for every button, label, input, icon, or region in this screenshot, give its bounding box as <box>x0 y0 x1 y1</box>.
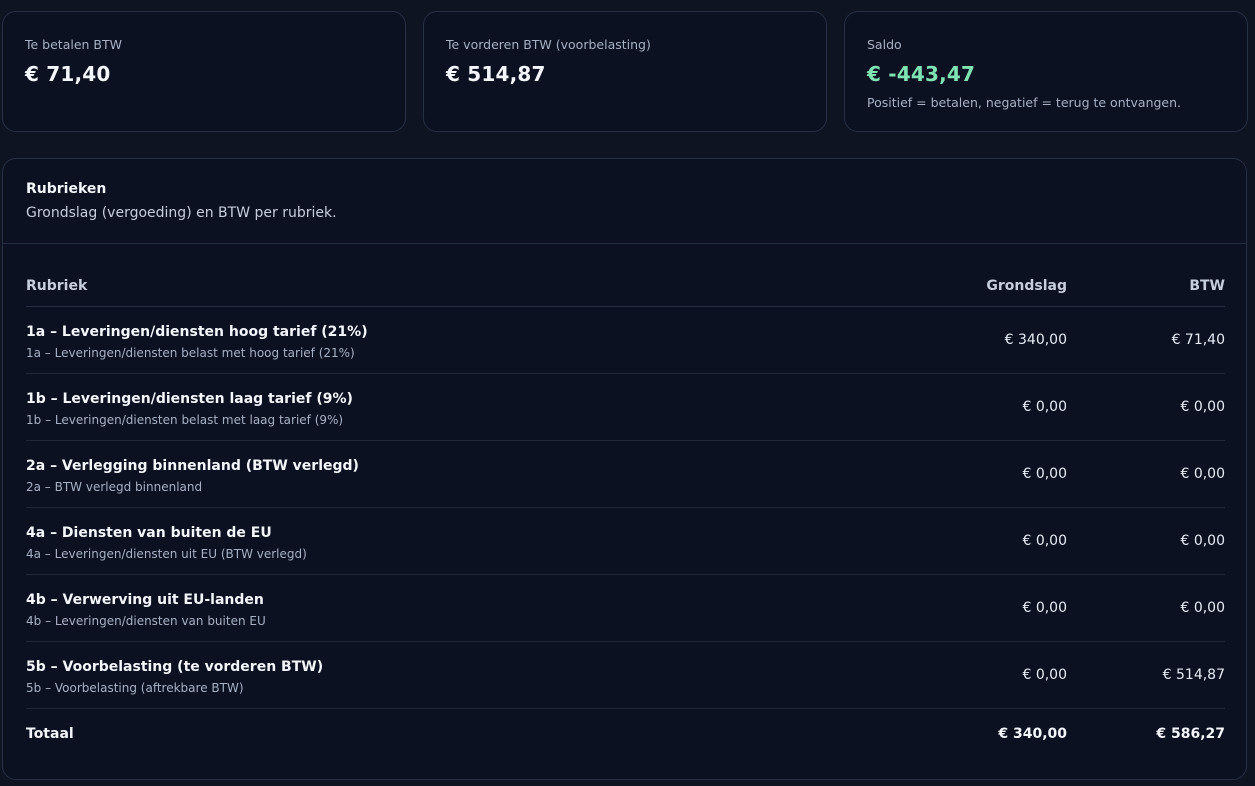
table-row: 4b – Verwerving uit EU-landen 4b – Lever… <box>26 575 1225 642</box>
rubriek-name: 4b – Verwerving uit EU-landen <box>26 592 264 608</box>
grondslag-value: € 0,00 <box>1022 466 1067 482</box>
rubriek-description: 4b – Leveringen/diensten van buiten EU <box>26 614 266 628</box>
grondslag-value: € 340,00 <box>1004 332 1067 348</box>
stat-card-te-betalen: Te betalen BTW € 71,40 <box>2 11 406 132</box>
table-row: 4a – Diensten van buiten de EU 4a – Leve… <box>26 508 1225 575</box>
stat-value: € 71,40 <box>25 62 111 86</box>
total-grondslag: € 340,00 <box>998 726 1067 742</box>
table-total-row: Totaal € 340,00 € 586,27 <box>26 709 1225 761</box>
rubriek-description: 4a – Leveringen/diensten uit EU (BTW ver… <box>26 547 307 561</box>
rubriek-description: 5b – Voorbelasting (aftrekbare BTW) <box>26 681 244 695</box>
rubriek-name: 2a – Verlegging binnenland (BTW verlegd) <box>26 458 359 474</box>
table-row: 2a – Verlegging binnenland (BTW verlegd)… <box>26 441 1225 508</box>
grondslag-value: € 0,00 <box>1022 399 1067 415</box>
btw-value: € 0,00 <box>1180 399 1225 415</box>
grondslag-value: € 0,00 <box>1022 533 1067 549</box>
rubriek-name: 5b – Voorbelasting (te vorderen BTW) <box>26 659 324 675</box>
rubrieken-panel: Rubrieken Grondslag (vergoeding) en BTW … <box>2 158 1247 780</box>
panel-header: Rubrieken Grondslag (vergoeding) en BTW … <box>3 159 1246 244</box>
total-label: Totaal <box>26 726 74 742</box>
stat-value: € -443,47 <box>867 62 976 86</box>
btw-value: € 514,87 <box>1162 667 1225 683</box>
column-header-grondslag: Grondslag <box>986 278 1067 294</box>
table-row: 1b – Leveringen/diensten laag tarief (9%… <box>26 374 1225 441</box>
column-header-rubriek: Rubriek <box>26 278 88 294</box>
stat-note: Positief = betalen, negatief = terug te … <box>867 95 1182 110</box>
rubriek-description: 2a – BTW verlegd binnenland <box>26 480 203 494</box>
btw-value: € 0,00 <box>1180 466 1225 482</box>
grondslag-value: € 0,00 <box>1022 667 1067 683</box>
table-header: Rubriek Grondslag BTW <box>26 269 1225 307</box>
stat-value: € 514,87 <box>446 62 546 86</box>
rubriek-description: 1b – Leveringen/diensten belast met laag… <box>26 413 344 427</box>
column-header-btw: BTW <box>1189 278 1225 294</box>
btw-value: € 71,40 <box>1171 332 1225 348</box>
grondslag-value: € 0,00 <box>1022 600 1067 616</box>
stat-card-saldo: Saldo € -443,47 Positief = betalen, nega… <box>844 11 1248 132</box>
rubriek-name: 1a – Leveringen/diensten hoog tarief (21… <box>26 324 368 340</box>
rubrieken-table: Rubriek Grondslag BTW 1a – Leveringen/di… <box>26 269 1225 761</box>
stat-card-te-vorderen: Te vorderen BTW (voorbelasting) € 514,87 <box>423 11 827 132</box>
btw-value: € 0,00 <box>1180 600 1225 616</box>
table-row: 5b – Voorbelasting (te vorderen BTW) 5b … <box>26 642 1225 709</box>
total-btw: € 586,27 <box>1156 726 1225 742</box>
panel-subtitle: Grondslag (vergoeding) en BTW per rubrie… <box>26 205 337 221</box>
stat-label: Saldo <box>867 37 902 52</box>
stat-label: Te betalen BTW <box>25 37 122 52</box>
rubriek-name: 1b – Leveringen/diensten laag tarief (9%… <box>26 391 353 407</box>
panel-title: Rubrieken <box>26 181 107 197</box>
table-row: 1a – Leveringen/diensten hoog tarief (21… <box>26 307 1225 374</box>
stat-label: Te vorderen BTW (voorbelasting) <box>446 37 651 52</box>
rubriek-name: 4a – Diensten van buiten de EU <box>26 525 272 541</box>
btw-value: € 0,00 <box>1180 533 1225 549</box>
rubriek-description: 1a – Leveringen/diensten belast met hoog… <box>26 346 355 360</box>
